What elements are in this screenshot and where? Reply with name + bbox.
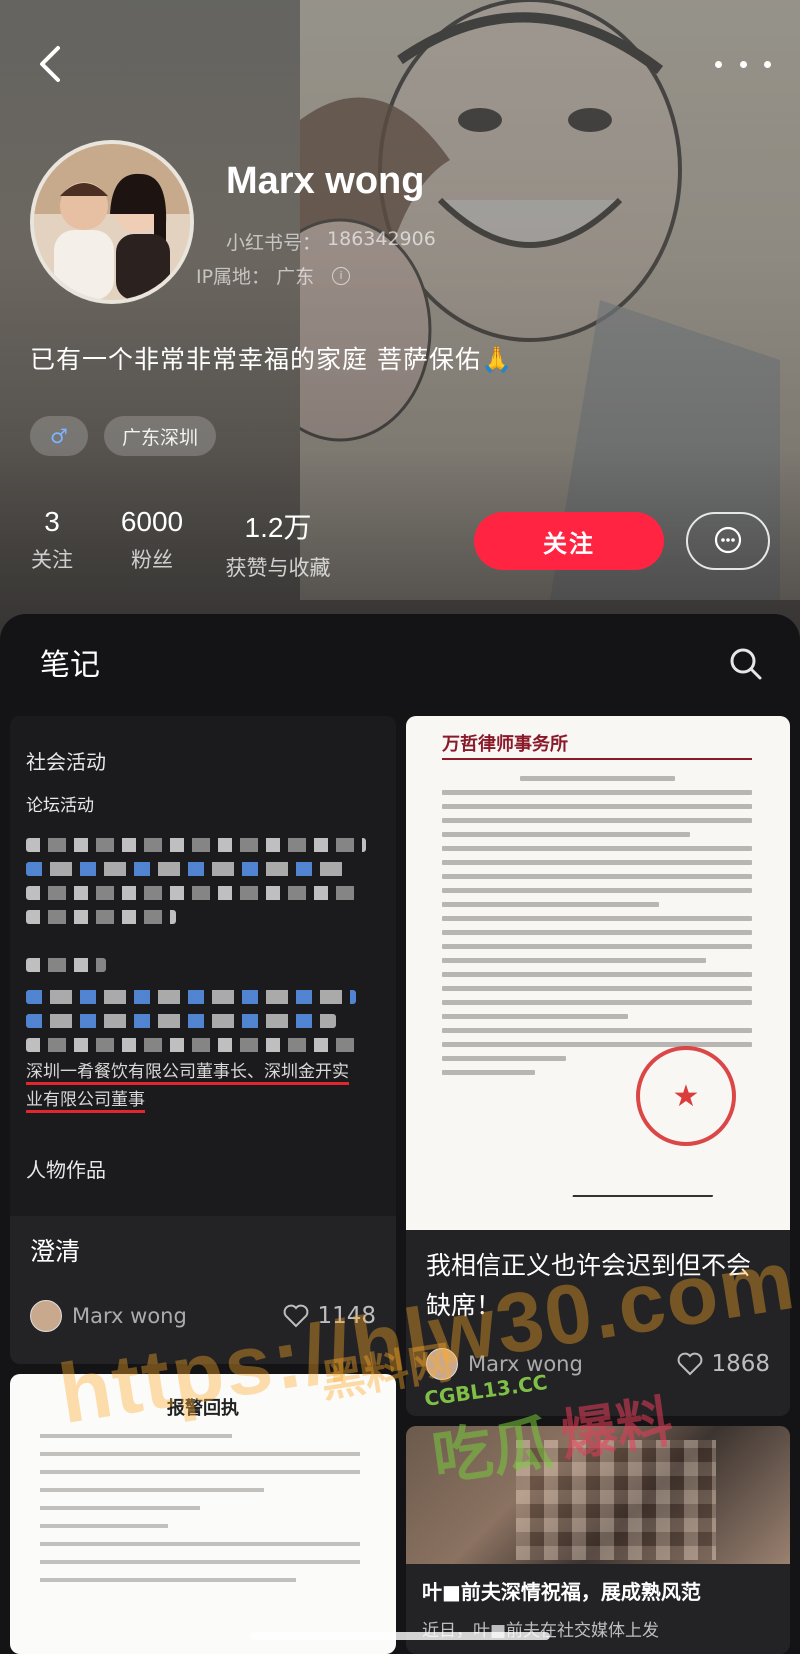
gender-tag: ♂ <box>30 416 88 456</box>
chat-bubble-icon <box>714 526 742 554</box>
note-author[interactable]: Marx wong <box>426 1348 583 1380</box>
note-title: 澄清 <box>30 1237 81 1266</box>
signature-mark <box>572 1171 720 1197</box>
wiki-screenshot: 社会活动 论坛活动 深圳一肴餐饮有限公司董事长、深圳金开实 业有限公司董事 人物… <box>10 716 396 1216</box>
author-name: Marx wong <box>468 1352 583 1376</box>
rednote-id[interactable]: 小红书号： 186342906 <box>226 228 436 255</box>
username: Marx wong <box>226 160 425 202</box>
receipt-title: 报警回执 <box>167 1398 239 1419</box>
note-title: 我相信正义也许会迟到但不会缺席！ <box>426 1251 752 1320</box>
info-icon[interactable]: i <box>332 266 351 285</box>
couple-photo-avatar <box>34 144 190 300</box>
avatar[interactable] <box>30 140 194 304</box>
doc-subheading: 论坛活动 <box>26 796 94 816</box>
stat-following-label: 关注 <box>31 548 73 572</box>
more-dots-icon <box>715 60 722 68</box>
ip-location-value: 广东 <box>276 266 315 288</box>
stat-followers[interactable]: 6000 粉丝 <box>110 506 194 574</box>
heart-icon <box>678 1352 703 1376</box>
note-cover-image: 报警回执 <box>10 1374 396 1654</box>
profile-bio: 已有一个非常非常幸福的家庭 菩萨保佑🙏 <box>30 345 514 374</box>
police-receipt-text <box>40 1434 360 1596</box>
pixelated-photo <box>516 1440 716 1560</box>
stat-following[interactable]: 3 关注 <box>30 506 74 574</box>
tab-notes[interactable]: 笔记 <box>40 640 100 684</box>
note-meta: Marx wong 1148 <box>30 1300 376 1332</box>
note-title: 叶■前夫深情祝福，展成熟风范 <box>422 1580 701 1604</box>
stat-likes-value: 1.2万 <box>244 512 312 543</box>
like-button[interactable]: 1148 <box>283 1303 376 1329</box>
note-cover-image: 社会活动 论坛活动 深圳一肴餐饮有限公司董事长、深圳金开实 业有限公司董事 人物… <box>10 716 396 1216</box>
search-icon <box>730 648 762 680</box>
like-count: 1868 <box>711 1351 770 1377</box>
legal-statement-text <box>442 776 752 1084</box>
note-card[interactable]: 报警回执 <box>10 1374 396 1654</box>
heart-icon <box>284 1304 309 1328</box>
doc-heading: 人物作品 <box>26 1158 106 1182</box>
author-avatar <box>30 1300 62 1332</box>
follow-button[interactable]: 关注 <box>474 512 664 570</box>
note-card[interactable]: 叶■前夫深情祝福，展成熟风范 近日，叶■前夫在社交媒体上发 <box>406 1426 790 1654</box>
ip-location-label: IP属地： <box>196 266 271 288</box>
home-indicator[interactable] <box>250 1632 550 1640</box>
stat-likes-collects[interactable]: 1.2万 获赞与收藏 <box>218 506 338 582</box>
note-author[interactable]: Marx wong <box>30 1300 187 1332</box>
chevron-left-icon <box>40 46 60 82</box>
note-cover-image: 万哲律师事务所 ★ <box>406 716 790 1230</box>
like-count: 1148 <box>317 1303 376 1329</box>
ip-location: IP属地： 广东 i <box>196 262 351 289</box>
back-button[interactable] <box>30 42 70 86</box>
note-cover-image <box>406 1426 790 1564</box>
author-avatar <box>426 1348 458 1380</box>
author-name: Marx wong <box>72 1304 187 1328</box>
note-card[interactable]: 社会活动 论坛活动 深圳一肴餐饮有限公司董事长、深圳金开实 业有限公司董事 人物… <box>10 716 396 1364</box>
stat-followers-label: 粉丝 <box>131 548 173 572</box>
underlined-text: 业有限公司董事 <box>26 1090 145 1113</box>
male-icon: ♂ <box>50 424 68 448</box>
stat-following-value: 3 <box>44 506 60 537</box>
search-button[interactable] <box>726 644 766 684</box>
location-tag: 广东深圳 <box>104 416 217 456</box>
law-firm-logo: 万哲律师事务所 <box>442 734 568 755</box>
note-meta: Marx wong 1868 <box>426 1348 770 1380</box>
stat-likes-label: 获赞与收藏 <box>225 556 331 580</box>
note-card[interactable]: 万哲律师事务所 ★ 我相信正义也许会迟到但不会缺席！ Marx wong 186… <box>406 716 790 1416</box>
rednote-id-label: 小红书号： <box>226 232 322 254</box>
message-button[interactable] <box>686 512 770 570</box>
like-button[interactable]: 1868 <box>677 1351 770 1377</box>
more-options-button[interactable] <box>715 50 771 78</box>
rednote-id-value: 186342906 <box>327 228 436 250</box>
stat-followers-value: 6000 <box>120 506 184 537</box>
doc-heading: 社会活动 <box>26 750 106 774</box>
official-seal-icon: ★ <box>636 1046 736 1146</box>
underlined-text: 深圳一肴餐饮有限公司董事长、深圳金开实 <box>26 1062 349 1085</box>
